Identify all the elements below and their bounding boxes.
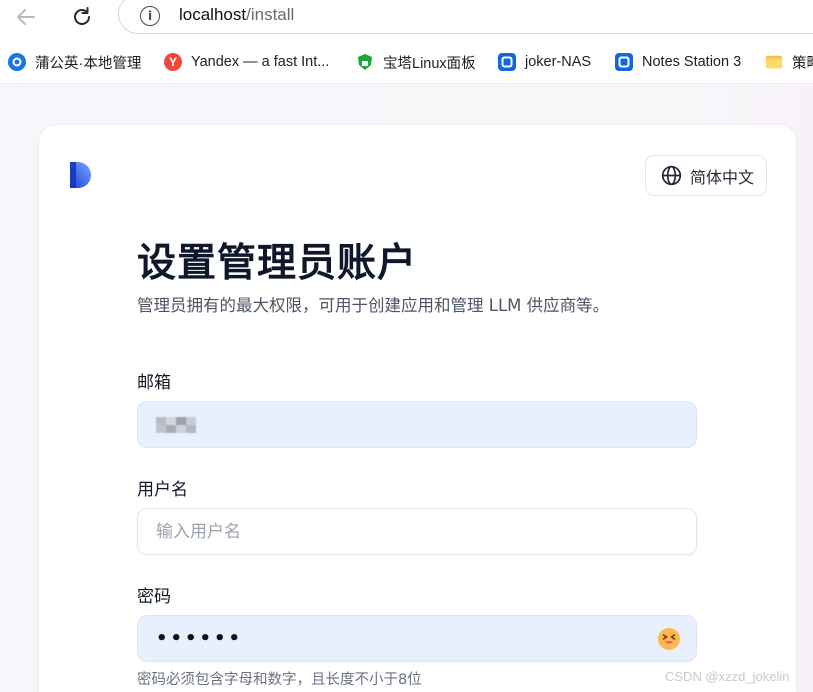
qnap-icon (498, 53, 516, 71)
password-label: 密码 (137, 587, 171, 607)
arrow-left-icon (17, 9, 35, 25)
browser-toolbar: i localhost/install (0, 0, 813, 36)
url-path: /install (246, 5, 295, 24)
show-password-icon[interactable] (658, 628, 680, 650)
bookmark-label: joker-NAS (525, 54, 592, 70)
back-button[interactable] (9, 2, 43, 32)
page-subtitle: 管理员拥有的最大权限，可用于创建应用和管理 LLM 供应商等。 (137, 296, 610, 315)
bookmark-label: Notes Station 3 (642, 54, 742, 70)
username-field[interactable] (137, 508, 697, 555)
bookmark-label: 蒲公英·本地管理 (35, 55, 142, 72)
bt-panel-icon (356, 53, 374, 71)
bookmark-notes-station[interactable]: Notes Station 3 (615, 51, 741, 73)
site-info-icon[interactable]: i (140, 6, 160, 26)
globe-icon (661, 165, 682, 186)
folder-icon (765, 53, 783, 71)
bookmark-label: 策略 (792, 55, 813, 72)
bookmark-dandelion[interactable]: 蒲公英·本地管理 (8, 51, 141, 73)
redacted-email (156, 416, 196, 433)
username-label: 用户名 (137, 480, 188, 500)
bookmark-label: 宝塔Linux面板 (383, 55, 476, 72)
bookmark-folder[interactable]: 策略 (765, 51, 813, 73)
email-label: 邮箱 (137, 373, 171, 393)
url-text[interactable]: localhost/install (179, 5, 294, 25)
bookmark-joker-nas[interactable]: joker-NAS (498, 51, 591, 73)
qnap-icon (615, 53, 633, 71)
language-selector[interactable]: 简体中文 (645, 155, 767, 196)
reload-icon (74, 7, 90, 25)
url-host: localhost (179, 5, 247, 24)
bookmark-label: Yandex — a fast Int... (191, 54, 330, 70)
bookmark-yandex[interactable]: Y Yandex — a fast Int... (164, 51, 329, 73)
password-field[interactable]: •••••• (137, 615, 697, 662)
language-label: 简体中文 (690, 167, 755, 187)
bookmarks-bar: 蒲公英·本地管理 Y Yandex — a fast Int... 宝塔Linu… (0, 36, 813, 84)
email-field[interactable] (137, 401, 697, 448)
dandelion-icon (8, 53, 26, 71)
watermark: CSDN @xzzd_jokelin (665, 669, 790, 684)
page-title: 设置管理员账户 (137, 241, 418, 286)
reload-button[interactable] (65, 2, 99, 32)
yandex-icon: Y (164, 53, 182, 71)
password-hint: 密码必须包含字母和数字，且长度不小于8位 (137, 672, 422, 688)
password-masked: •••••• (156, 628, 244, 649)
username-input[interactable] (156, 521, 696, 542)
bookmark-bt-panel[interactable]: 宝塔Linux面板 (356, 51, 476, 73)
dify-logo (68, 160, 94, 190)
